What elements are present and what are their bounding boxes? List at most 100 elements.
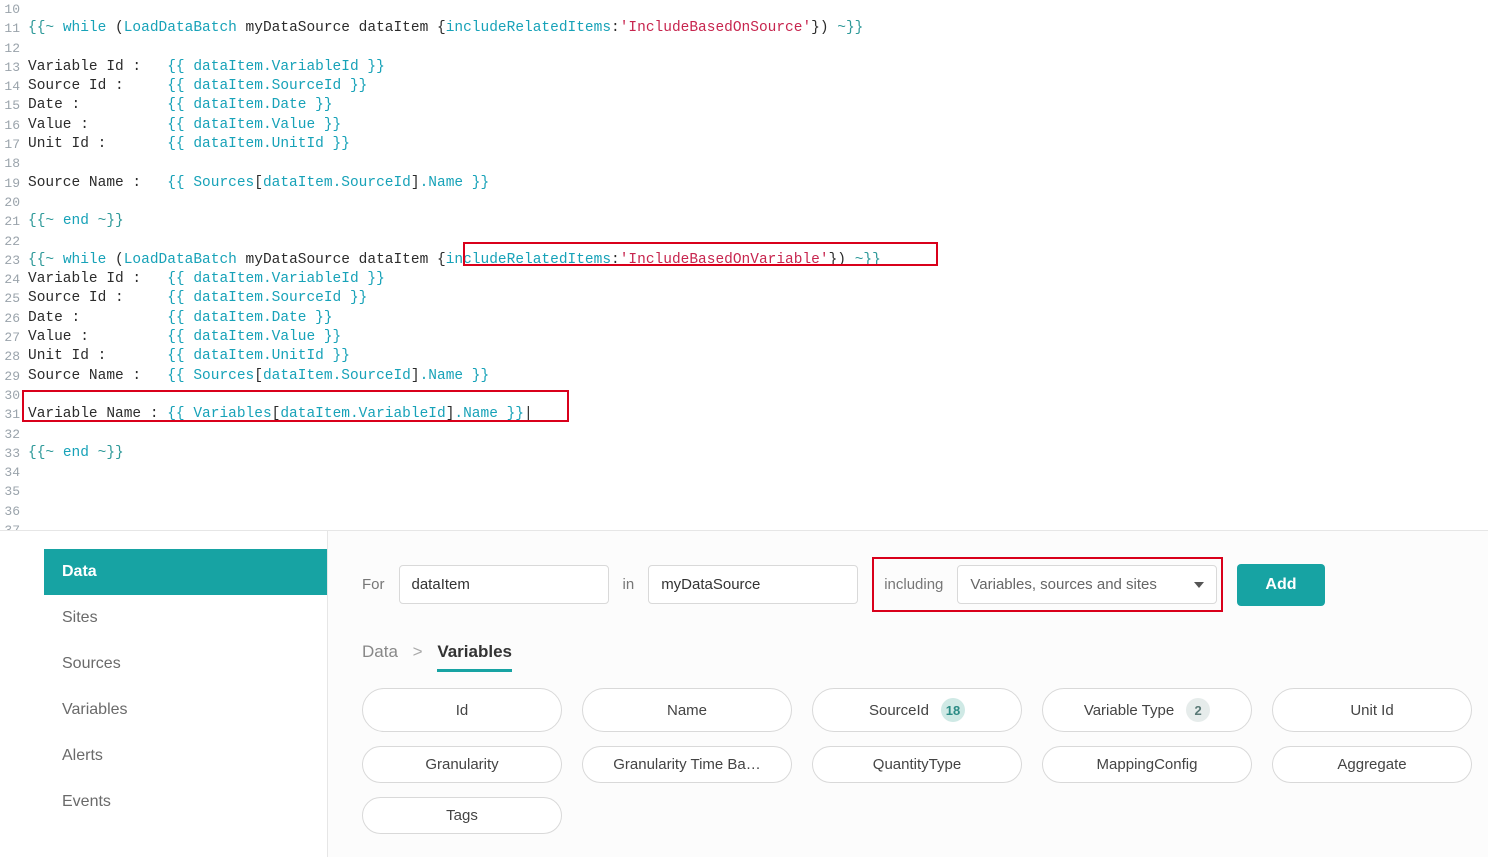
breadcrumb-root[interactable]: Data [362, 642, 398, 661]
code-editor[interactable]: 10 11{{~ while (LoadDataBatch myDataSour… [0, 0, 1488, 530]
chip-quantitytype[interactable]: QuantityType [812, 746, 1022, 783]
code-line[interactable]: 31Variable Name : {{ Variables[dataItem.… [0, 405, 1488, 424]
code-text[interactable]: Source Id : {{ dataItem.SourceId }} [24, 77, 367, 96]
code-text[interactable] [24, 193, 37, 212]
line-number: 14 [0, 77, 24, 96]
chip-label: MappingConfig [1097, 756, 1198, 773]
code-text[interactable] [24, 0, 37, 19]
chip-aggregate[interactable]: Aggregate [1272, 746, 1472, 783]
code-line[interactable]: 37 [0, 521, 1488, 530]
code-text[interactable] [24, 521, 37, 530]
line-number: 15 [0, 96, 24, 115]
code-line[interactable]: 34 [0, 463, 1488, 482]
code-text[interactable] [24, 502, 37, 521]
chip-sourceid[interactable]: SourceId18 [812, 688, 1022, 732]
code-text[interactable]: {{~ while (LoadDataBatch myDataSource da… [24, 19, 863, 38]
code-line[interactable]: 35 [0, 482, 1488, 501]
code-line[interactable]: 12 [0, 39, 1488, 58]
code-line[interactable]: 14Source Id : {{ dataItem.SourceId }} [0, 77, 1488, 96]
chip-mappingconfig[interactable]: MappingConfig [1042, 746, 1252, 783]
line-number: 13 [0, 58, 24, 77]
code-line[interactable]: 26Date : {{ dataItem.Date }} [0, 309, 1488, 328]
bottom-panel: DataSitesSourcesVariablesAlertsEvents Fo… [0, 530, 1488, 857]
code-line[interactable]: 19Source Name : {{ Sources[dataItem.Sour… [0, 174, 1488, 193]
line-number: 33 [0, 444, 24, 463]
in-input[interactable] [648, 565, 858, 604]
line-number: 37 [0, 521, 24, 530]
code-text[interactable]: Value : {{ dataItem.Value }} [24, 328, 341, 347]
code-text[interactable] [24, 425, 37, 444]
code-text[interactable]: Date : {{ dataItem.Date }} [24, 309, 333, 328]
code-line[interactable]: 27Value : {{ dataItem.Value }} [0, 328, 1488, 347]
code-line[interactable]: 18 [0, 154, 1488, 173]
code-text[interactable] [24, 232, 37, 251]
code-line[interactable]: 13Variable Id : {{ dataItem.VariableId }… [0, 58, 1488, 77]
chip-id[interactable]: Id [362, 688, 562, 732]
line-number: 11 [0, 19, 24, 38]
chip-granularity[interactable]: Granularity [362, 746, 562, 783]
line-number: 21 [0, 212, 24, 231]
sidebar-item-events[interactable]: Events [44, 779, 327, 825]
code-line[interactable]: 11{{~ while (LoadDataBatch myDataSource … [0, 19, 1488, 38]
code-line[interactable]: 25Source Id : {{ dataItem.SourceId }} [0, 289, 1488, 308]
code-text[interactable] [24, 482, 37, 501]
code-text[interactable]: Variable Id : {{ dataItem.VariableId }} [24, 58, 385, 77]
code-line[interactable]: 21{{~ end ~}} [0, 212, 1488, 231]
code-text[interactable] [24, 39, 37, 58]
line-number: 12 [0, 39, 24, 58]
chip-variable-type[interactable]: Variable Type 2 [1042, 688, 1252, 732]
code-text[interactable]: Date : {{ dataItem.Date }} [24, 96, 333, 115]
code-text[interactable]: {{~ end ~}} [24, 444, 124, 463]
sidebar-item-data[interactable]: Data [44, 549, 327, 595]
code-text[interactable]: Source Name : {{ Sources[dataItem.Source… [24, 367, 489, 386]
code-text[interactable]: Variable Id : {{ dataItem.VariableId }} [24, 270, 385, 289]
chip-unit-id[interactable]: Unit Id [1272, 688, 1472, 732]
code-line[interactable]: 30 [0, 386, 1488, 405]
code-line[interactable]: 29Source Name : {{ Sources[dataItem.Sour… [0, 367, 1488, 386]
code-line[interactable]: 32 [0, 425, 1488, 444]
code-text[interactable]: {{~ end ~}} [24, 212, 124, 231]
chip-label: Tags [446, 807, 478, 824]
code-line[interactable]: 36 [0, 502, 1488, 521]
chip-name[interactable]: Name [582, 688, 792, 732]
chip-label: Granularity Time Ba… [613, 756, 761, 773]
code-text[interactable]: Source Name : {{ Sources[dataItem.Source… [24, 174, 489, 193]
chip-badge: 2 [1186, 698, 1210, 722]
line-number: 35 [0, 482, 24, 501]
chip-granularity-time-ba-[interactable]: Granularity Time Ba… [582, 746, 792, 783]
line-number: 29 [0, 367, 24, 386]
chevron-down-icon [1194, 582, 1204, 588]
code-line[interactable]: 33{{~ end ~}} [0, 444, 1488, 463]
sidebar-item-sites[interactable]: Sites [44, 595, 327, 641]
including-dropdown[interactable]: Variables, sources and sites [957, 565, 1217, 604]
sidebar-item-alerts[interactable]: Alerts [44, 733, 327, 779]
code-line[interactable]: 17Unit Id : {{ dataItem.UnitId }} [0, 135, 1488, 154]
code-text[interactable]: Source Id : {{ dataItem.SourceId }} [24, 289, 367, 308]
code-text[interactable]: {{~ while (LoadDataBatch myDataSource da… [24, 251, 881, 270]
code-line[interactable]: 20 [0, 193, 1488, 212]
sidebar-item-sources[interactable]: Sources [44, 641, 327, 687]
chip-label: Variable Type [1084, 702, 1174, 719]
line-number: 22 [0, 232, 24, 251]
code-text[interactable] [24, 463, 37, 482]
code-text[interactable] [24, 154, 37, 173]
code-text[interactable]: Unit Id : {{ dataItem.UnitId }} [24, 135, 350, 154]
line-number: 23 [0, 251, 24, 270]
chip-label: Granularity [425, 756, 498, 773]
breadcrumb-current: Variables [437, 642, 512, 672]
code-text[interactable] [24, 386, 37, 405]
code-text[interactable]: Variable Name : {{ Variables[dataItem.Va… [24, 405, 533, 424]
for-input[interactable] [399, 565, 609, 604]
sidebar-item-variables[interactable]: Variables [44, 687, 327, 733]
code-line[interactable]: 15Date : {{ dataItem.Date }} [0, 96, 1488, 115]
code-line[interactable]: 23{{~ while (LoadDataBatch myDataSource … [0, 251, 1488, 270]
code-text[interactable]: Value : {{ dataItem.Value }} [24, 116, 341, 135]
add-button[interactable]: Add [1237, 564, 1324, 606]
code-line[interactable]: 24Variable Id : {{ dataItem.VariableId }… [0, 270, 1488, 289]
code-line[interactable]: 16Value : {{ dataItem.Value }} [0, 116, 1488, 135]
code-line[interactable]: 10 [0, 0, 1488, 19]
code-line[interactable]: 22 [0, 232, 1488, 251]
code-line[interactable]: 28Unit Id : {{ dataItem.UnitId }} [0, 347, 1488, 366]
chip-tags[interactable]: Tags [362, 797, 562, 834]
code-text[interactable]: Unit Id : {{ dataItem.UnitId }} [24, 347, 350, 366]
